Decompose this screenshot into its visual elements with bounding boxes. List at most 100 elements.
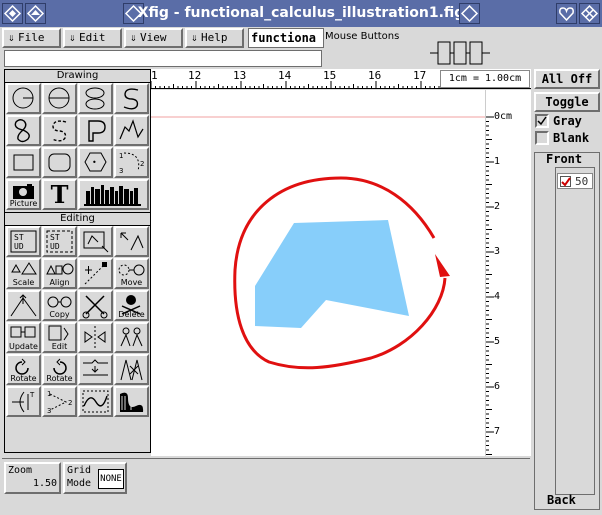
top-ruler-label-6: 17 (413, 69, 427, 82)
top-ruler-label-2: 13 (233, 69, 247, 82)
curve-arrowhead[interactable] (435, 254, 450, 277)
editing-header: Editing (5, 212, 150, 226)
back-label: Back (547, 493, 576, 507)
compound-icon: STUD (10, 230, 37, 253)
regular-polygon-tool[interactable]: • (78, 147, 113, 178)
title-bar: Xfig - functional_calculus_illustration1… (0, 0, 602, 27)
interp-spline-tool[interactable] (42, 115, 77, 146)
circle-radius-tool[interactable] (6, 83, 41, 114)
depth-item[interactable]: 50 (557, 173, 593, 189)
drawing-canvas[interactable] (151, 90, 485, 456)
delete-tool[interactable]: Delete (114, 290, 149, 321)
scale-tool-label: Scale (12, 278, 35, 287)
copy-tool[interactable]: Copy (42, 290, 77, 321)
arrow-up-icon (460, 4, 479, 23)
mouse-buttons-icon (430, 41, 490, 65)
move-point-tool[interactable] (6, 290, 41, 321)
filled-polygon[interactable] (255, 220, 409, 328)
title-right-button[interactable] (459, 3, 480, 24)
zoom-value: 1.50 (33, 478, 58, 489)
arc-tool[interactable]: 1 2 3 (114, 147, 149, 178)
grid-mode-label-1: Grid (67, 465, 92, 476)
top-ruler-label-0: 1 (151, 69, 158, 82)
svg-text:2: 2 (68, 399, 72, 407)
area-tool[interactable] (114, 386, 149, 417)
search-compound-tool[interactable] (114, 226, 149, 257)
box-tool[interactable] (6, 147, 41, 178)
gray-checkbox[interactable] (535, 114, 549, 128)
grid-mode-indicator[interactable]: Grid Mode NONE (63, 462, 127, 494)
blank-checkbox[interactable] (535, 131, 549, 145)
ellipse-radius-tool[interactable] (78, 83, 113, 114)
svg-text:UD: UD (14, 242, 24, 251)
svg-text:1: 1 (47, 390, 51, 398)
side-ruler-label-3: 3 (494, 246, 501, 257)
update-tool[interactable]: Update (6, 322, 41, 353)
spline-closed-tool[interactable] (114, 83, 149, 114)
heart-icon (559, 7, 574, 22)
view-menu[interactable]: ⇓ View (124, 28, 183, 48)
closed-spline-tool[interactable] (6, 115, 41, 146)
compound-tool[interactable]: ST UD (6, 226, 41, 257)
all-off-button[interactable]: All Off (534, 69, 600, 89)
move-tool-label: Move (120, 278, 143, 287)
arc-icon: 1 2 3 (119, 152, 144, 175)
compound-arrows-icon (120, 232, 144, 251)
break-compound-tool[interactable]: ST UD (42, 226, 77, 257)
edit-menu[interactable]: ⇓ Edit (63, 28, 122, 48)
depth-list[interactable]: 50 (555, 167, 595, 495)
side-ruler-label-7: 7 (494, 426, 501, 437)
close-button[interactable] (579, 3, 600, 24)
open-compound-tool[interactable] (78, 226, 113, 257)
delete-point-tool[interactable] (78, 290, 113, 321)
join-split-tool[interactable]: 1 3 2 (42, 386, 77, 417)
area-icon (120, 392, 144, 412)
open-compound-icon (83, 231, 109, 253)
file-menu[interactable]: ⇓ File (2, 28, 61, 48)
move-tool[interactable]: Move (114, 258, 149, 289)
edit-tool-label: Edit (51, 342, 68, 351)
rotate-ccw-tool[interactable]: Rotate (6, 354, 41, 385)
depth-item-checkbox[interactable] (560, 176, 571, 187)
svg-text:ST: ST (50, 233, 60, 242)
svg-text:UD: UD (50, 242, 60, 251)
convert-tool[interactable] (78, 354, 113, 385)
zoom-indicator[interactable]: Zoom 1.50 (4, 462, 61, 494)
chop-tool[interactable] (78, 386, 113, 417)
hexagon-icon: • (84, 152, 107, 172)
svg-text:2: 2 (140, 160, 144, 168)
add-point-tool[interactable] (78, 258, 113, 289)
circle-diameter-icon (48, 87, 70, 109)
drawing-svg (151, 116, 485, 370)
circle-diameter-tool[interactable] (42, 83, 77, 114)
filename-field[interactable]: functiona (248, 28, 324, 48)
anchor-tool[interactable] (114, 354, 149, 385)
front-label: Front (546, 152, 583, 166)
polygon-tool[interactable] (78, 115, 113, 146)
text-tool[interactable]: T (42, 179, 77, 210)
arc-box-tool[interactable] (42, 147, 77, 178)
library-tool[interactable] (78, 179, 149, 210)
menu-arrow-icon: ⇓ (191, 31, 198, 44)
side-ruler-label-2: 2 (494, 201, 501, 212)
picture-tool[interactable]: Picture (6, 179, 41, 210)
maximize-button[interactable] (556, 3, 577, 24)
rotate-cw-tool[interactable]: Rotate (42, 354, 77, 385)
anchor-icon (120, 359, 143, 381)
scale-tool[interactable]: Scale (6, 258, 41, 289)
unit-indicator[interactable]: 1cm = 1.00cm (440, 70, 530, 88)
view-menu-label: View (140, 31, 167, 44)
message-field (4, 50, 322, 67)
flip-horizontal-tool[interactable] (114, 322, 149, 353)
help-menu[interactable]: ⇓ Help (185, 28, 244, 48)
toggle-button[interactable]: Toggle (534, 92, 600, 112)
tangent-tool[interactable]: T (6, 386, 41, 417)
align-tool[interactable]: Align (42, 258, 77, 289)
flip-vertical-tool[interactable] (78, 322, 113, 353)
edit-tool[interactable]: Edit (42, 322, 77, 353)
polyline-tool[interactable] (114, 115, 149, 146)
side-ruler-label-1: 1 (494, 156, 501, 167)
side-ruler-label-5: 5 (494, 336, 501, 347)
window-title: Xfig - functional_calculus_illustration1… (137, 5, 465, 21)
grid-mode-value: NONE (98, 469, 124, 489)
